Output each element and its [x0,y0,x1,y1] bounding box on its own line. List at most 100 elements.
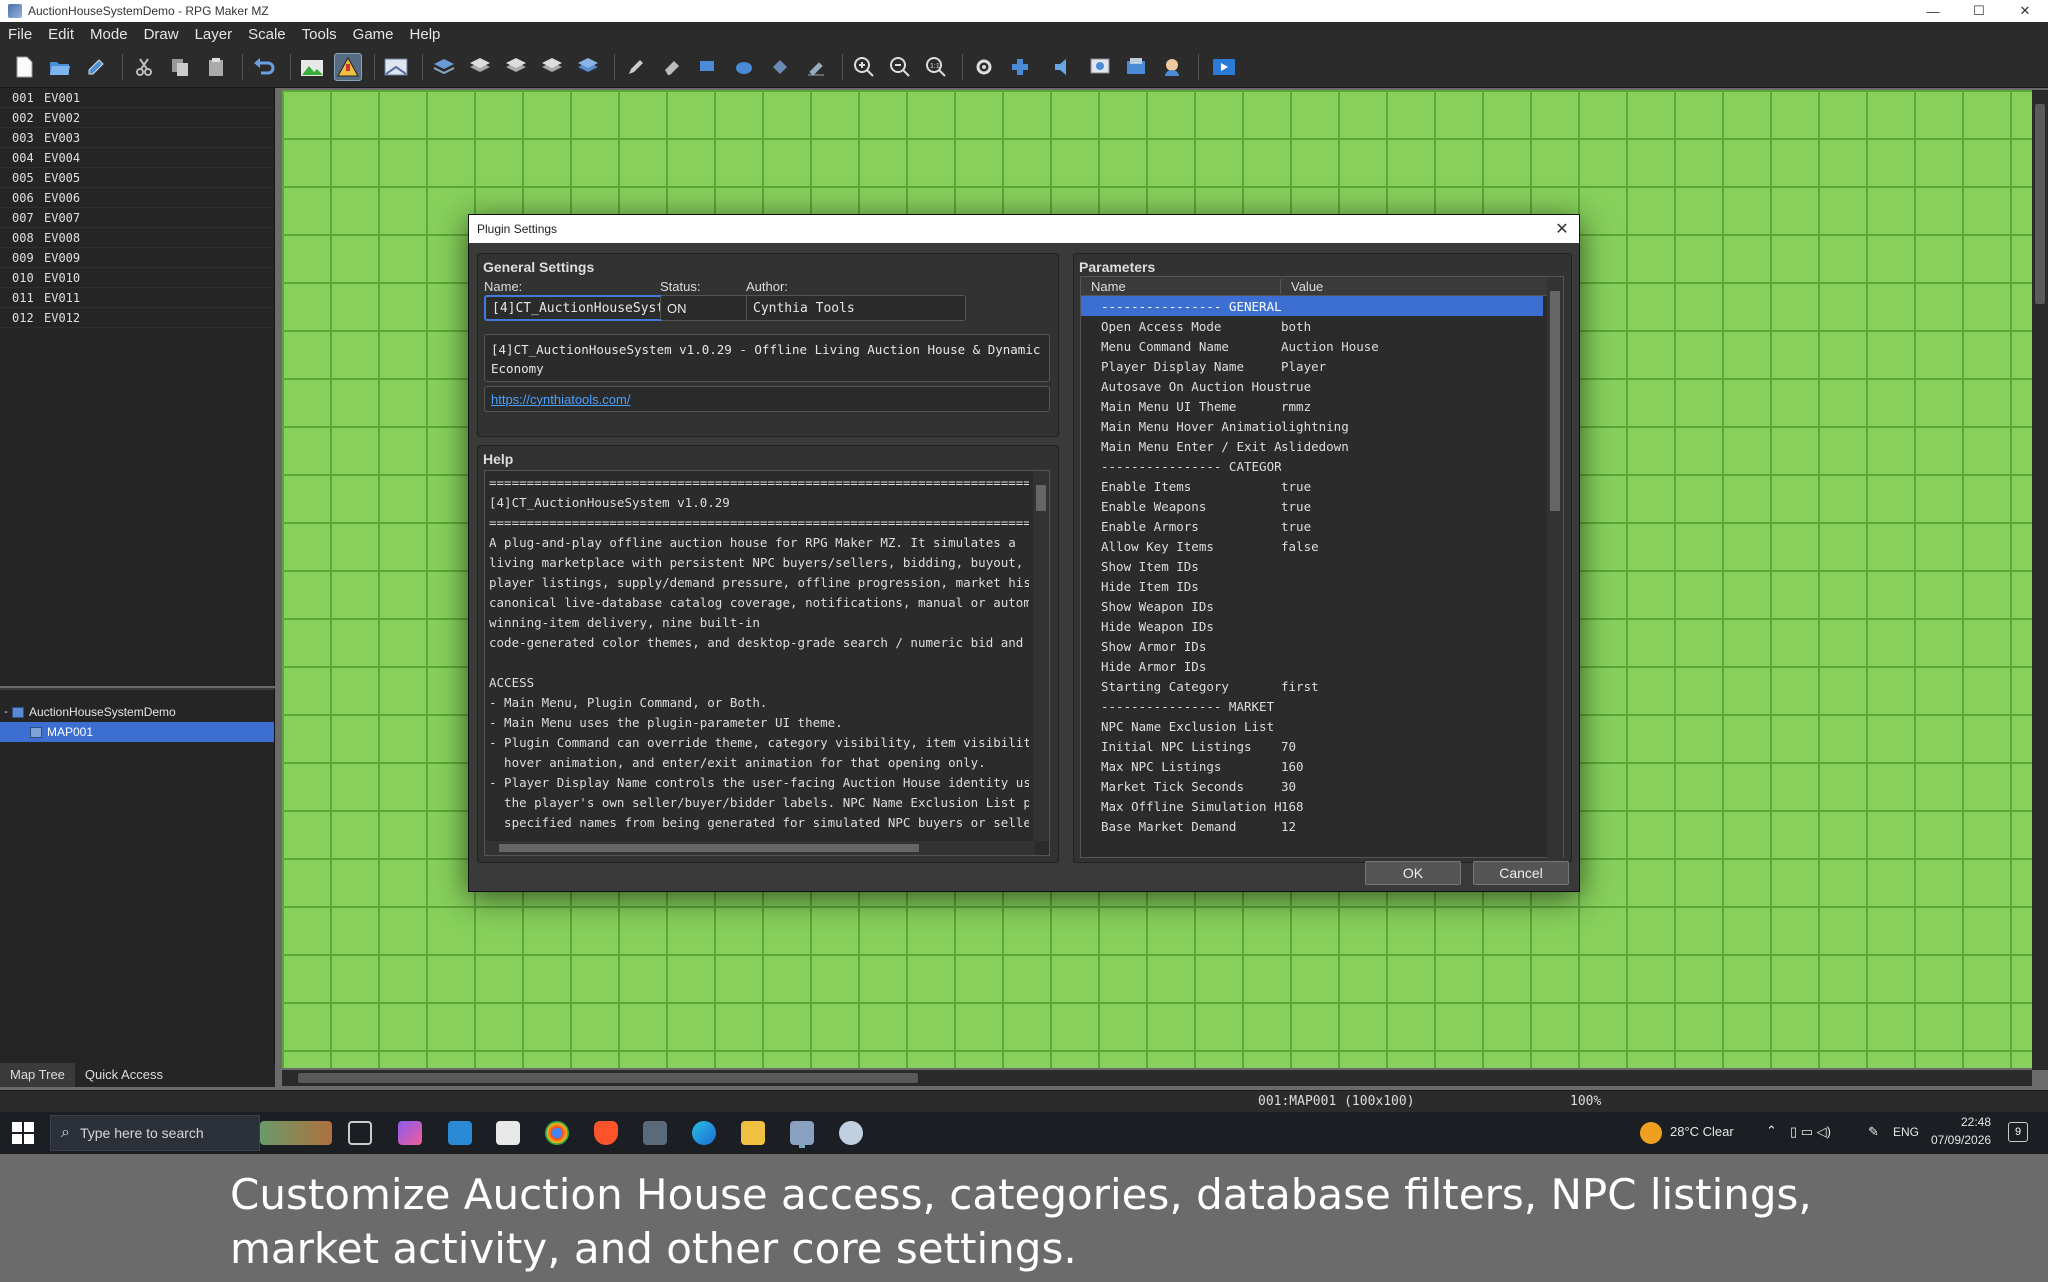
event-searcher-icon[interactable] [1086,53,1114,81]
parameters-table[interactable]: Name Value ---------------- GENERAL··· Op… [1080,276,1564,859]
help-text-area[interactable]: ========================================… [484,470,1050,856]
event-row[interactable]: 006 EV006 [0,188,274,208]
event-row[interactable]: 004 EV004 [0,148,274,168]
menu-edit[interactable]: Edit [40,26,82,43]
param-row[interactable]: Enable Weapons true [1081,496,1543,516]
task-view-icon[interactable] [348,1121,372,1145]
region-mode-icon[interactable] [382,53,410,81]
event-row[interactable]: 003 EV003 [0,128,274,148]
param-row[interactable]: Main Menu UI Theme rmmz [1081,396,1543,416]
maximize-button[interactable]: ☐ [1956,0,2002,22]
database-icon[interactable] [970,53,998,81]
language-indicator[interactable]: ENG [1893,1125,1919,1139]
tab-map-tree[interactable]: Map Tree [0,1063,75,1087]
tab-quick-access[interactable]: Quick Access [75,1063,173,1087]
param-row[interactable]: Max NPC Listings 160 [1081,756,1543,776]
taskbar-search-box[interactable]: ⌕ Type here to search [50,1115,260,1151]
pen-icon[interactable]: ✎ [1868,1124,1879,1140]
save-project-icon[interactable] [82,53,110,81]
close-window-button[interactable]: ✕ [2002,0,2048,22]
param-row[interactable]: Hide Armor IDs [1081,656,1543,676]
fill-icon[interactable] [766,53,794,81]
param-row[interactable]: Autosave On Auction Hous···true [1081,376,1543,396]
map-mode-icon[interactable] [298,53,326,81]
param-row[interactable]: Open Access Mode both [1081,316,1543,336]
event-row[interactable]: 011 EV011 [0,288,274,308]
tray-system-icons[interactable]: ▯ ▭ ◁) [1790,1124,1831,1140]
store-app-icon[interactable] [448,1121,472,1145]
event-row[interactable]: 009 EV009 [0,248,274,268]
chrome-icon[interactable] [545,1121,569,1145]
event-row[interactable]: 002 EV002 [0,108,274,128]
param-row[interactable]: Max Offline Simulation H···168 [1081,796,1543,816]
event-mode-icon[interactable] [334,53,362,81]
layer-4-icon[interactable] [538,53,566,81]
rectangle-icon[interactable] [694,53,722,81]
layer-3-icon[interactable] [502,53,530,81]
ms-store-icon[interactable] [496,1121,520,1145]
clock-time[interactable]: 22:48 [1946,1115,2006,1129]
dialog-close-icon[interactable]: ✕ [1551,218,1573,240]
layer-1-icon[interactable] [430,53,458,81]
ok-button[interactable]: OK [1365,861,1461,885]
zoom-actual-icon[interactable]: 1:1 [922,53,950,81]
param-row[interactable]: Main Menu Enter / Exit A···slidedown [1081,436,1543,456]
event-row[interactable]: 010 EV010 [0,268,274,288]
plugin-url-link[interactable]: https://cynthiatools.com/ [491,392,630,407]
author-field[interactable]: Cynthia Tools [746,295,966,321]
param-row[interactable]: Allow Key Items false [1081,536,1543,556]
rpg-maker-taskbar-icon[interactable] [790,1121,814,1145]
menu-file[interactable]: File [0,26,40,43]
event-row[interactable]: 007 EV007 [0,208,274,228]
zoom-out-icon[interactable] [886,53,914,81]
character-generator-icon[interactable] [1158,53,1186,81]
cancel-button[interactable]: Cancel [1473,861,1569,885]
new-project-icon[interactable] [10,53,38,81]
map-vertical-scrollbar[interactable] [2032,90,2048,1070]
playtest-icon[interactable] [1210,53,1238,81]
event-row[interactable]: 012 EV012 [0,308,274,328]
param-row[interactable]: Show Weapon IDs [1081,596,1543,616]
tray-overflow-icon[interactable]: ⌃ [1766,1123,1777,1139]
minimize-button[interactable]: — [1910,0,1956,22]
param-row[interactable]: Player Display Name Player [1081,356,1543,376]
menu-help[interactable]: Help [402,26,449,43]
param-row[interactable]: Enable Armors true [1081,516,1543,536]
help-horizontal-scrollbar[interactable] [485,841,1035,855]
col-value-header[interactable]: Value [1281,279,1323,294]
clock-date[interactable]: 07/09/2026 [1931,1133,1991,1147]
copy-icon[interactable] [166,53,194,81]
app-taskbar-icon[interactable] [839,1121,863,1145]
file-explorer-icon[interactable] [741,1121,765,1145]
menu-tools[interactable]: Tools [294,26,345,43]
help-vertical-scrollbar[interactable] [1033,471,1049,841]
description-field[interactable]: [4]CT_AuctionHouseSystem v1.0.29 - Offli… [484,334,1050,382]
event-row[interactable]: 001 EV001 [0,88,274,108]
param-row[interactable]: Base Market Demand 12 [1081,816,1543,836]
menu-mode[interactable]: Mode [82,26,136,43]
url-field[interactable]: https://cynthiatools.com/ [484,386,1050,412]
sound-test-icon[interactable] [1050,53,1078,81]
param-row[interactable]: Hide Item IDs [1081,576,1543,596]
col-name-header[interactable]: Name [1081,278,1281,294]
menu-layer[interactable]: Layer [187,26,241,43]
weather-text[interactable]: 28°C Clear [1670,1124,1734,1139]
param-section-header[interactable]: ---------------- MARKET ··· [1081,696,1543,716]
layer-auto-icon[interactable] [574,53,602,81]
open-project-icon[interactable] [46,53,74,81]
undo-icon[interactable] [250,53,278,81]
ellipse-icon[interactable] [730,53,758,81]
param-row[interactable]: Initial NPC Listings 70 [1081,736,1543,756]
resource-manager-icon[interactable] [1122,53,1150,81]
eraser-icon[interactable] [658,53,686,81]
param-row[interactable]: Main Menu Hover Animation lightning [1081,416,1543,436]
map-horizontal-scrollbar[interactable] [282,1070,2032,1086]
param-section-header[interactable]: ---------------- CATEGOR··· [1081,456,1543,476]
zoom-in-icon[interactable] [850,53,878,81]
param-row[interactable]: Hide Weapon IDs [1081,616,1543,636]
tree-map-node[interactable]: MAP001 [0,722,274,742]
plugin-manager-icon[interactable] [1006,53,1034,81]
tree-collapse-toggle[interactable]: - [0,706,12,718]
param-row[interactable]: Show Item IDs [1081,556,1543,576]
copilot-icon[interactable] [398,1121,422,1145]
